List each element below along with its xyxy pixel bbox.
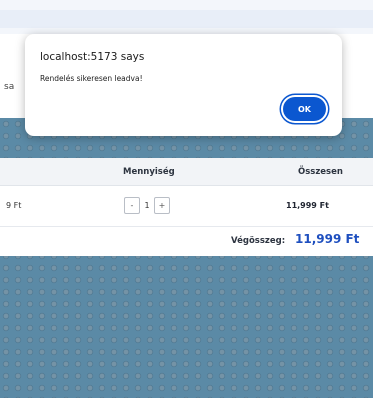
dialog-title: localhost:5173 says: [40, 51, 145, 63]
alert-dialog: localhost:5173 says Rendelés sikeresen l…: [25, 34, 342, 136]
grand-total-label: Végösszeg:: [231, 236, 286, 246]
top-strip: [0, 10, 373, 28]
unit-price: 9 Ft: [6, 201, 22, 210]
line-total: 11,999 Ft: [286, 201, 329, 210]
column-total: Összesen: [298, 167, 343, 177]
decrement-button[interactable]: -: [124, 196, 140, 214]
table-header: Mennyiség Összesen: [0, 158, 373, 186]
header-partial-text: sa: [4, 82, 15, 92]
quantity-stepper: - 1 +: [124, 196, 170, 214]
grand-total-row: Végösszeg: 11,999 Ft: [0, 226, 373, 256]
dialog-message: Rendelés sikeresen leadva!: [40, 74, 143, 83]
ok-button[interactable]: OK: [283, 97, 326, 121]
browser-top-area: [0, 0, 373, 34]
table-row: 9 Ft - 1 + 11,999 Ft: [0, 185, 373, 227]
increment-button[interactable]: +: [154, 196, 170, 214]
column-quantity: Mennyiség: [123, 167, 175, 177]
grand-total-value: 11,999 Ft: [295, 232, 360, 246]
quantity-value: 1: [144, 200, 150, 210]
cart-table: Mennyiség Összesen 9 Ft - 1 + 11,999 Ft …: [0, 158, 373, 256]
